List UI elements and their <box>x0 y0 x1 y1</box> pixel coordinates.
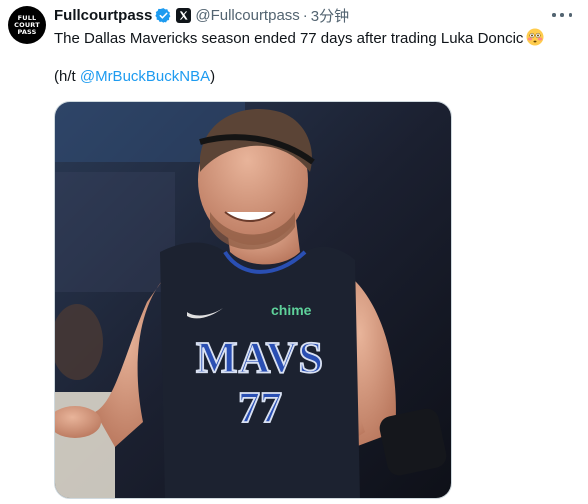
x-logo-icon <box>180 10 188 20</box>
avatar[interactable]: FULL COURT PASS <box>8 6 46 44</box>
jersey-number: 77 <box>238 383 282 432</box>
more-dot <box>560 13 564 17</box>
verified-badge-icon[interactable] <box>155 7 172 24</box>
more-options-icon[interactable] <box>552 7 572 23</box>
flushed-face-emoji-icon <box>526 28 544 46</box>
tweet-header: Fullcourtpass @Fullcourtpass · 3分钟 <box>54 5 349 25</box>
avatar-text-line-3: PASS <box>17 27 37 36</box>
hat-tip: (h/t @MrBuckBuckNBA) <box>54 66 215 88</box>
more-dot <box>552 13 556 17</box>
sponsor-logo: chime <box>271 302 312 318</box>
affiliate-badge-icon[interactable] <box>176 7 192 23</box>
jersey-wordmark: MAVS <box>196 333 324 382</box>
mention-link[interactable]: @MrBuckBuckNBA <box>80 68 210 85</box>
handle[interactable]: @Fullcourtpass <box>195 7 299 24</box>
tweet: FULL COURT PASS Fullcourtpass @Fullcourt… <box>0 0 588 504</box>
tweet-body: The Dallas Mavericks season ended 77 day… <box>54 30 524 47</box>
hat-tip-suffix: ) <box>210 68 216 85</box>
separator-dot: · <box>302 6 308 24</box>
photo-illustration: chime MAVS 77 <box>55 102 451 498</box>
display-name[interactable]: Fullcourtpass <box>54 7 152 24</box>
hat-tip-prefix: (h/t <box>54 68 80 85</box>
tweet-text: The Dallas Mavericks season ended 77 day… <box>54 28 580 50</box>
more-dot <box>568 13 572 17</box>
timestamp[interactable]: 3分钟 <box>311 5 349 26</box>
tweet-photo[interactable]: chime MAVS 77 <box>54 101 452 499</box>
